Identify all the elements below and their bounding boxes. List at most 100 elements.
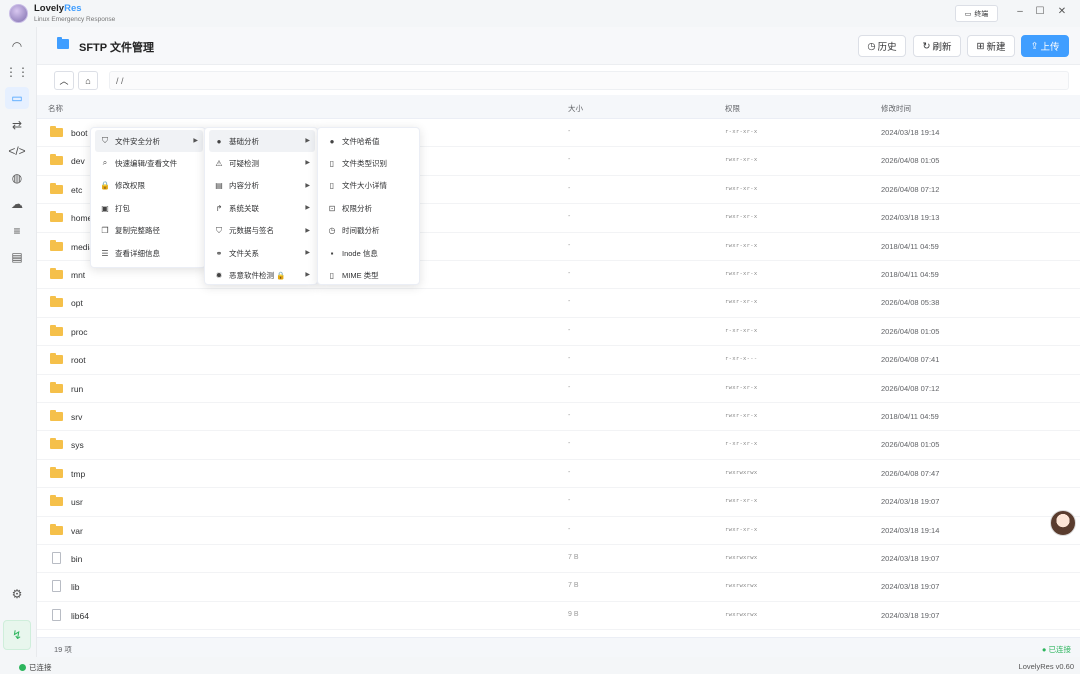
file-mtime: 2026/04/08 01:05	[881, 156, 940, 166]
header: SFTP 文件管理 ◷ 历史 ↻ 刷新 ⊞ 新建 ⇪ 上传	[37, 27, 1080, 65]
linux-icon[interactable]: ◍	[5, 167, 29, 189]
file-size: -	[568, 298, 571, 306]
file-mtime: 2026/04/08 01:05	[881, 326, 940, 336]
up-directory-button[interactable]: ︿	[54, 71, 74, 90]
file-size: -	[568, 156, 571, 164]
menu-item-basic[interactable]: ▪ Inode 信息	[322, 242, 417, 264]
menu-item-basic[interactable]: ▯ 文件大小详情	[322, 175, 417, 197]
menu-item-security[interactable]: ↱ 系统关联 ▶	[209, 197, 315, 219]
table-row[interactable]: tmp - rwxrwxrwx 2026/04/08 07:47	[37, 460, 1080, 489]
menu-item-basic[interactable]: ▯ MIME 类型	[322, 264, 417, 286]
column-permission[interactable]: 权限	[725, 103, 740, 114]
gear-icon[interactable]: ⚙	[5, 583, 29, 605]
chevron-up-icon: ︿	[59, 76, 69, 86]
maximize-icon[interactable]: ☐	[1033, 6, 1047, 17]
minimize-icon[interactable]: –	[1013, 6, 1027, 17]
apps-grid-icon[interactable]: ⋮⋮	[5, 61, 29, 83]
file-mtime: 2024/03/18 19:07	[881, 582, 940, 592]
database-icon[interactable]: ≡	[5, 220, 29, 242]
menu-item-security[interactable]: ⚠ 可疑检测 ▶	[209, 152, 315, 174]
menu-item-security[interactable]: ⚭ 文件关系 ▶	[209, 242, 315, 264]
table-row[interactable]: usr - rwxr-xr-x 2024/03/18 19:07	[37, 488, 1080, 517]
menu-item-label: 文件关系	[229, 248, 259, 258]
table-row[interactable]: lib 7 B rwxrwxrwx 2024/03/18 19:07	[37, 573, 1080, 602]
menu-item-basic[interactable]: ⊡ 权限分析	[322, 197, 417, 219]
file-name: opt	[71, 298, 83, 309]
basic-analysis-submenu: ● 文件哈希值 ▯ 文件类型识别 ▯ 文件大小详情 ⊡ 权限分析 ◷ 时间戳分析 ▪ Inode 信息…	[317, 127, 420, 285]
menu-item-main[interactable]: ☰ 查看详细信息	[95, 242, 203, 264]
column-mtime[interactable]: 修改时间	[881, 103, 911, 114]
path-bar: ︿ ⌂ / /	[37, 65, 1080, 95]
menu-item-basic[interactable]: ● 文件哈希值	[322, 130, 417, 152]
content-icon: ▤	[215, 181, 223, 191]
menu-item-security[interactable]: ✹ 恶意软件检测 🔒 ▶	[209, 264, 315, 286]
upload-button[interactable]: ⇪ 上传	[1021, 35, 1069, 57]
close-icon[interactable]: ✕	[1055, 6, 1069, 17]
new-button[interactable]: ⊞ 新建	[967, 35, 1015, 57]
search-icon: ⌕	[102, 158, 108, 168]
file-name: var	[71, 525, 83, 536]
app-version: LovelyRes v0.60	[1018, 662, 1074, 671]
menu-item-label: 修改权限	[115, 181, 145, 191]
menu-item-label: 复制完整路径	[115, 226, 160, 236]
menu-item-main[interactable]: ⌕ 快速编辑/查看文件	[95, 152, 203, 174]
chevron-right-icon: ▶	[305, 138, 310, 144]
table-row[interactable]: root - r-xr-x--- 2026/04/08 07:41	[37, 346, 1080, 375]
menu-item-main[interactable]: ⛉ 文件安全分析 ▶	[95, 130, 203, 152]
connection-icon[interactable]: ↯	[3, 620, 31, 650]
code-icon[interactable]: </>	[5, 140, 29, 162]
table-row[interactable]: opt - rwxr-xr-x 2026/04/08 05:38	[37, 289, 1080, 318]
dashboard-icon[interactable]: ◠	[5, 35, 29, 57]
cloud-icon[interactable]: ☁	[5, 193, 29, 215]
menu-item-security[interactable]: ⛉ 元数据与签名 ▶	[209, 220, 315, 242]
file-type-icon: ▯	[329, 158, 335, 168]
history-label: 历史	[877, 42, 897, 53]
table-row[interactable]: var - rwxr-xr-x 2024/03/18 19:14	[37, 517, 1080, 545]
file-name: sys	[71, 440, 84, 451]
menu-item-basic[interactable]: ▯ 文件类型识别	[322, 152, 417, 174]
refresh-button[interactable]: ↻ 刷新	[913, 35, 961, 57]
table-row[interactable]: bin 7 B rwxrwxrwx 2024/03/18 19:07	[37, 545, 1080, 574]
refresh-icon: ↻	[922, 40, 931, 52]
table-row[interactable]: run - rwxr-xr-x 2026/04/08 07:12	[37, 375, 1080, 403]
file-permission: r-xr-xr-x	[725, 327, 758, 334]
file-size: -	[568, 184, 571, 192]
shield-icon: ⛉	[102, 136, 108, 145]
file-mtime: 2024/03/18 19:14	[881, 525, 940, 535]
table-row[interactable]: srv - rwxr-xr-x 2018/04/11 04:59	[37, 403, 1080, 432]
home-button[interactable]: ⌂	[78, 71, 98, 90]
chevron-right-icon: ▶	[305, 205, 310, 212]
history-button[interactable]: ◷ 历史	[858, 35, 906, 57]
table-row[interactable]: lib64 9 B rwxrwxrwx 2024/03/18 19:07	[37, 602, 1080, 631]
table-row[interactable]: proc - r-xr-xr-x 2026/04/08 01:05	[37, 318, 1080, 347]
terminal-button[interactable]: ▭ 终端	[955, 5, 998, 22]
network-icon[interactable]: ⇄	[5, 114, 29, 136]
title-bar: LovelyRes Linux Emergency Response ▭ 终端 …	[0, 0, 1080, 27]
upload-label: 上传	[1040, 42, 1060, 53]
main-panel: SFTP 文件管理 ◷ 历史 ↻ 刷新 ⊞ 新建 ⇪ 上传 ︿ ⌂ / / 名称…	[36, 27, 1080, 657]
folder-icon[interactable]: ▭	[5, 87, 29, 109]
assistant-avatar[interactable]	[1050, 510, 1076, 536]
menu-item-label: 查看详细信息	[115, 248, 160, 258]
file-mtime: 2024/03/18 19:07	[881, 554, 940, 563]
app-name-part2: Res	[64, 3, 82, 14]
menu-item-security[interactable]: ● 基础分析 ▶	[209, 130, 315, 152]
file-size: -	[568, 241, 571, 249]
column-name[interactable]: 名称	[48, 103, 63, 114]
file-mtime: 2018/04/11 04:59	[881, 412, 939, 421]
path-input[interactable]: / /	[109, 71, 1069, 90]
lock-icon: 🔒	[100, 181, 110, 191]
menu-item-main[interactable]: ▣ 打包	[95, 197, 203, 219]
menu-item-security[interactable]: ▤ 内容分析 ▶	[209, 175, 315, 197]
menu-item-main[interactable]: ❐ 复制完整路径	[95, 220, 203, 242]
column-size[interactable]: 大小	[568, 103, 583, 114]
menu-item-basic[interactable]: ◷ 时间戳分析	[322, 220, 417, 242]
file-name: proc	[71, 326, 88, 337]
folder-header-icon	[57, 37, 69, 49]
table-row[interactable]: sys - r-xr-xr-x 2026/04/08 01:05	[37, 431, 1080, 460]
file-name: boot	[71, 128, 88, 138]
file-icon	[52, 552, 61, 564]
terminal-icon: ▭	[964, 10, 972, 18]
log-icon[interactable]: ▤	[5, 246, 29, 268]
menu-item-main[interactable]: 🔒 修改权限	[95, 175, 203, 197]
